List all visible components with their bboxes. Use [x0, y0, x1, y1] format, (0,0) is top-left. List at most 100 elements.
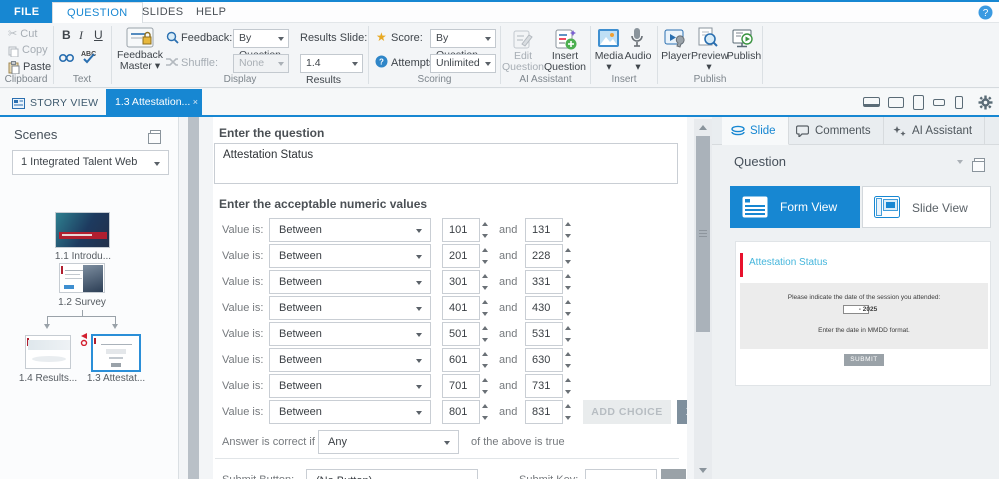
max-value-input[interactable]: 630: [525, 348, 563, 372]
min-spinner[interactable]: [480, 270, 491, 294]
player-button[interactable]: Player: [660, 51, 692, 62]
close-icon[interactable]: ×: [193, 89, 198, 115]
collapse-panel-icon[interactable]: [972, 158, 985, 172]
tablet-portrait-icon[interactable]: [913, 95, 924, 110]
copy-button[interactable]: Copy: [8, 44, 48, 57]
scroll-down-icon[interactable]: [699, 468, 707, 473]
phone-portrait-icon[interactable]: [955, 96, 963, 109]
slide-label-1-2[interactable]: 1.2 Survey: [37, 297, 127, 308]
min-value-input[interactable]: 701: [442, 374, 480, 398]
slide-view-button[interactable]: Slide View: [862, 186, 991, 228]
max-spinner[interactable]: [563, 296, 574, 320]
question-section-header[interactable]: Question: [712, 146, 999, 177]
operator-dropdown[interactable]: Between: [269, 244, 431, 268]
gear-icon[interactable]: [978, 95, 993, 110]
slide-thumbnail-1-2[interactable]: [59, 263, 105, 293]
tab-slide[interactable]: Slide: [722, 117, 789, 145]
panel-splitter[interactable]: [188, 117, 199, 479]
operator-dropdown[interactable]: Between: [269, 348, 431, 372]
operator-dropdown[interactable]: Between: [269, 374, 431, 398]
slide-preview[interactable]: Attestation Status Please indicate the d…: [735, 241, 991, 386]
submit-button-dropdown[interactable]: (No Button): [306, 469, 478, 479]
scroll-up-icon[interactable]: [699, 125, 707, 130]
min-spinner[interactable]: [480, 348, 491, 372]
max-value-input[interactable]: 731: [525, 374, 563, 398]
submit-key-input[interactable]: [585, 469, 657, 479]
min-value-input[interactable]: 401: [442, 296, 480, 320]
story-view-tab[interactable]: STORY VIEW: [12, 92, 98, 115]
media-button[interactable]: Media ▾: [592, 51, 626, 73]
min-value-input[interactable]: 601: [442, 348, 480, 372]
min-value-input[interactable]: 101: [442, 218, 480, 242]
slide-thumbnail-1-3[interactable]: [91, 334, 141, 372]
phone-landscape-icon[interactable]: [933, 99, 945, 106]
max-spinner[interactable]: [563, 400, 574, 424]
publish-button[interactable]: Publish: [725, 51, 763, 62]
slide-thumbnail-1-4[interactable]: [25, 335, 71, 369]
max-value-input[interactable]: 831: [525, 400, 563, 424]
form-view-button[interactable]: Form View: [730, 186, 860, 228]
min-spinner[interactable]: [480, 322, 491, 346]
min-value-input[interactable]: 801: [442, 400, 480, 424]
operator-dropdown[interactable]: Between: [269, 296, 431, 320]
tab-ai-assistant[interactable]: AI Assistant: [884, 117, 986, 145]
tablet-landscape-icon[interactable]: [888, 97, 904, 108]
laptop-icon[interactable]: [863, 97, 880, 107]
tab-help[interactable]: HELP: [182, 2, 240, 23]
spellcheck-icon[interactable]: ABC: [81, 49, 97, 64]
max-spinner[interactable]: [563, 348, 574, 372]
bold-button[interactable]: B: [62, 28, 71, 42]
min-spinner[interactable]: [480, 244, 491, 268]
max-spinner[interactable]: [563, 270, 574, 294]
min-value-input[interactable]: 301: [442, 270, 480, 294]
min-spinner[interactable]: [480, 400, 491, 424]
operator-dropdown[interactable]: Between: [269, 400, 431, 424]
max-value-input[interactable]: 531: [525, 322, 563, 346]
max-spinner[interactable]: [563, 374, 574, 398]
remove-choice-button[interactable]: X: [677, 400, 687, 424]
score-dropdown[interactable]: By Question: [430, 29, 496, 61]
add-choice-button[interactable]: ADD CHOICE: [583, 400, 671, 424]
min-value-input[interactable]: 201: [442, 244, 480, 268]
form-scrollbar[interactable]: [694, 119, 712, 479]
tab-comments[interactable]: Comments: [787, 117, 884, 145]
min-spinner[interactable]: [480, 218, 491, 242]
slide-tab-active[interactable]: 1.3 Attestation... ×: [106, 89, 202, 115]
paste-button[interactable]: Paste: [8, 61, 51, 74]
min-value-input[interactable]: 501: [442, 322, 480, 346]
scrollbar-thumb[interactable]: [696, 136, 710, 332]
insert-question-button[interactable]: Insert Question: [542, 51, 588, 73]
operator-dropdown[interactable]: Between: [269, 218, 431, 242]
max-value-input[interactable]: 228: [525, 244, 563, 268]
attempts-dropdown[interactable]: Unlimited: [430, 54, 496, 73]
feedback-dropdown[interactable]: By Question: [233, 29, 289, 61]
scene-selector[interactable]: 1 Integrated Talent Web: [12, 150, 169, 175]
help-icon[interactable]: ?: [978, 5, 993, 20]
underline-button[interactable]: U: [94, 28, 103, 42]
max-spinner[interactable]: [563, 244, 574, 268]
preview-button[interactable]: Preview ▾: [691, 51, 728, 73]
max-spinner[interactable]: [563, 322, 574, 346]
italic-button[interactable]: I: [79, 28, 83, 43]
max-value-input[interactable]: 131: [525, 218, 563, 242]
min-spinner[interactable]: [480, 296, 491, 320]
correct-if-dropdown[interactable]: Any: [318, 430, 459, 454]
max-spinner[interactable]: [563, 218, 574, 242]
question-input[interactable]: Attestation Status: [214, 143, 678, 184]
symbol-icon[interactable]: [59, 51, 74, 63]
max-value-input[interactable]: 331: [525, 270, 563, 294]
audio-button[interactable]: Audio ▾: [624, 51, 652, 73]
feedback-master-button[interactable]: Feedback Master ▾: [114, 50, 166, 72]
slide-label-1-3[interactable]: 1.3 Attestat...: [71, 373, 161, 384]
max-value-input[interactable]: 430: [525, 296, 563, 320]
slide-thumbnail-1-1[interactable]: [55, 212, 110, 248]
operator-dropdown[interactable]: Between: [269, 270, 431, 294]
slide-label-1-1[interactable]: 1.1 Introdu...: [38, 251, 128, 262]
submit-key-button[interactable]: [661, 469, 686, 479]
min-spinner[interactable]: [480, 374, 491, 398]
operator-dropdown[interactable]: Between: [269, 322, 431, 346]
tab-file[interactable]: FILE: [0, 2, 54, 23]
cut-button[interactable]: ✂ Cut: [8, 27, 37, 40]
collapse-panel-icon[interactable]: [148, 130, 161, 144]
results-slide-dropdown[interactable]: 1.4 Results ...: [300, 54, 363, 103]
